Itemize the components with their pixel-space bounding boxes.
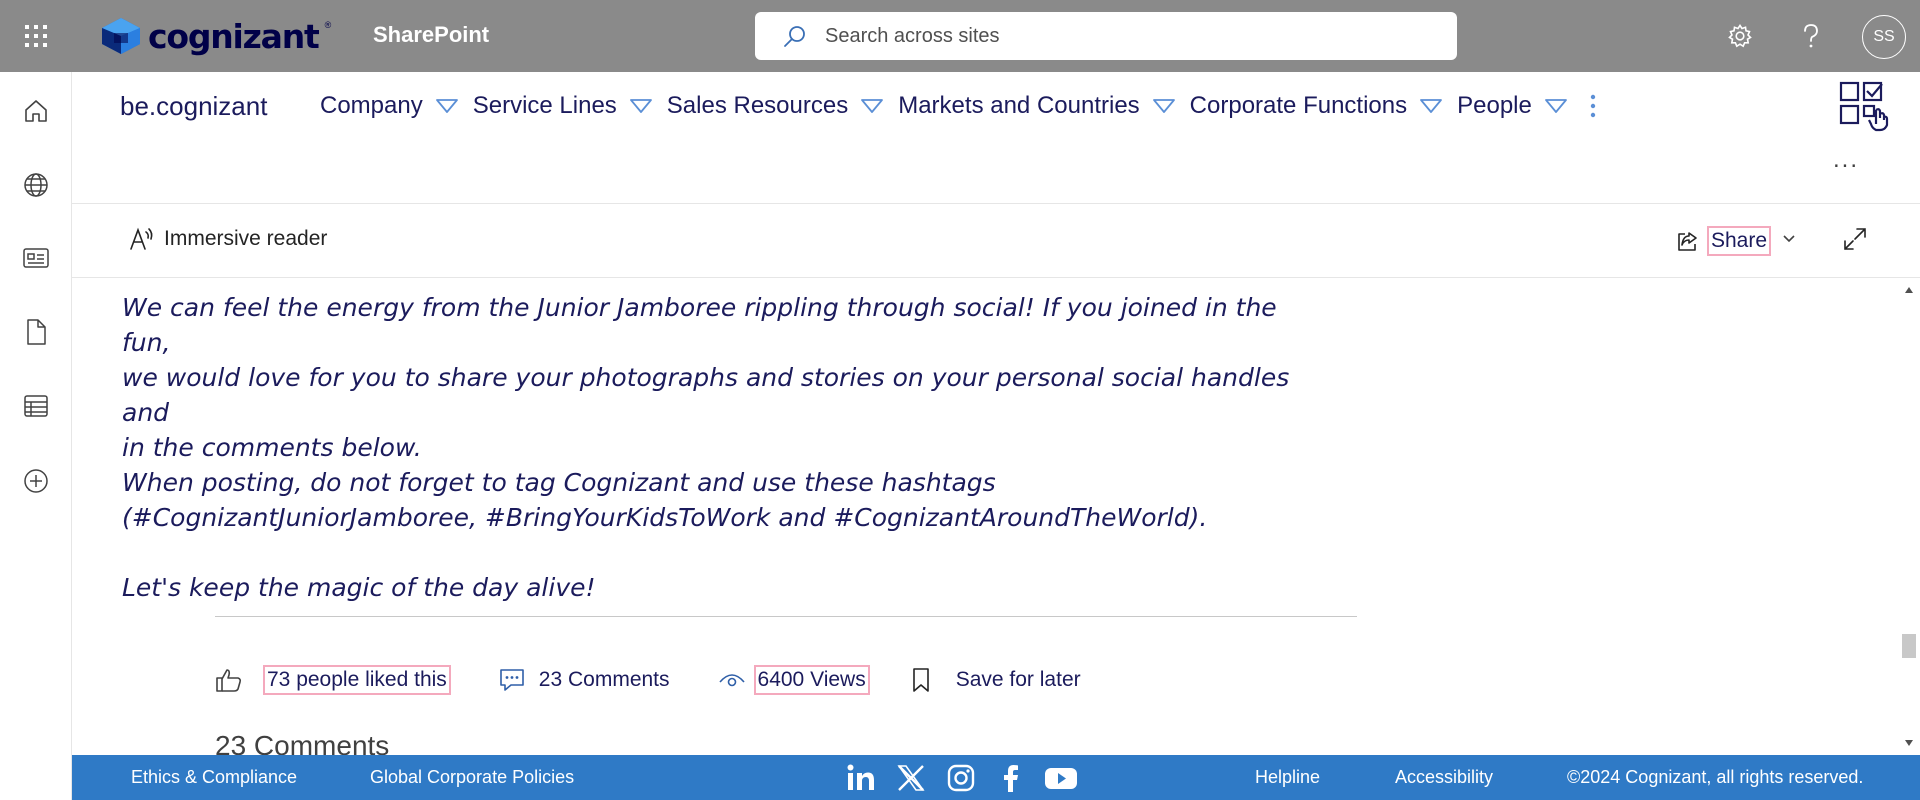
eye-icon (718, 674, 745, 687)
views-count[interactable]: 6400 Views (753, 665, 870, 695)
youtube-icon[interactable] (1044, 763, 1078, 793)
app-bar (0, 72, 72, 800)
chevron-down-icon (1420, 99, 1443, 113)
search-icon (784, 26, 805, 47)
chevron-down-icon (1152, 99, 1175, 113)
page-more-ellipsis[interactable]: ... (1833, 148, 1859, 172)
likes-count[interactable]: 73 people liked this (263, 665, 451, 695)
nav-item-label: Sales Resources (666, 92, 849, 119)
home-icon[interactable] (14, 89, 58, 133)
immersive-reader-icon (130, 227, 153, 250)
page-content: We can feel the energy from the Junior J… (72, 278, 1920, 755)
nav-item-service-lines[interactable]: Service Lines (473, 88, 653, 124)
create-plus-icon[interactable] (14, 459, 58, 503)
views-counter: 6400 Views (718, 665, 870, 695)
like-button[interactable]: 73 people liked this (215, 665, 451, 695)
save-for-later-label: Save for later (955, 668, 1081, 691)
facebook-icon[interactable] (996, 763, 1026, 793)
nav-item-label: Service Lines (472, 92, 617, 119)
comments-heading: 23 Comments (215, 730, 390, 755)
engagement-bar: 73 people liked this 23 Comments 6400 Vi… (215, 665, 1083, 695)
footer-copyright: ©2024 Cognizant, all rights reserved. (1567, 767, 1864, 787)
scrollbar-thumb[interactable] (1902, 634, 1916, 658)
site-title[interactable]: be.cognizant (120, 91, 267, 122)
app-name[interactable]: SharePoint (373, 22, 489, 48)
top-navigation: Company Service Lines Sales Resources Ma… (320, 88, 1598, 124)
share-dropdown-chevron-icon[interactable] (1782, 234, 1796, 244)
help-icon[interactable] (1789, 14, 1833, 58)
footer-link-helpline[interactable]: Helpline (1255, 767, 1320, 788)
search-input[interactable] (825, 24, 1385, 48)
user-avatar[interactable]: SS (1862, 15, 1906, 59)
brand-name: cognizant (148, 16, 320, 56)
globe-icon[interactable] (14, 163, 58, 207)
footer-link-ethics[interactable]: Ethics & Compliance (131, 767, 297, 788)
command-bar: Immersive reader Share (72, 204, 1920, 278)
cognizant-mark-icon (102, 18, 140, 54)
nav-item-label: Company (320, 92, 423, 119)
expand-fullscreen-icon[interactable] (1842, 226, 1868, 252)
nav-item-label: Corporate Functions (1189, 92, 1408, 119)
chevron-down-icon (435, 99, 458, 113)
footer-link-accessibility[interactable]: Accessibility (1395, 767, 1493, 788)
chevron-down-icon (861, 99, 884, 113)
nav-item-markets-and-countries[interactable]: Markets and Countries (898, 88, 1175, 124)
suite-bar: cognizant ® SharePoint SS (0, 0, 1920, 72)
vertical-scrollbar[interactable] (1898, 278, 1920, 755)
nav-item-company[interactable]: Company (320, 88, 459, 124)
nav-item-label: People (1457, 92, 1532, 119)
nav-item-label: Markets and Countries (898, 92, 1140, 119)
cognizant-logo[interactable]: cognizant ® (100, 16, 331, 56)
linkedin-icon[interactable] (846, 763, 876, 793)
immersive-reader-label: Immersive reader (164, 227, 328, 250)
lists-icon[interactable] (14, 384, 58, 428)
share-label: Share (1707, 226, 1772, 256)
article-body: We can feel the energy from the Junior J… (122, 290, 1322, 605)
tasks-checklist-icon[interactable] (1838, 80, 1890, 132)
document-icon[interactable] (14, 310, 58, 354)
bookmark-icon (912, 668, 929, 692)
footer-link-policies[interactable]: Global Corporate Policies (370, 767, 574, 788)
search-box[interactable] (755, 12, 1457, 60)
settings-gear-icon[interactable] (1718, 14, 1762, 58)
site-footer: Ethics & Compliance Global Corporate Pol… (72, 755, 1920, 800)
immersive-reader-button[interactable]: Immersive reader (128, 226, 327, 252)
nav-item-corporate-functions[interactable]: Corporate Functions (1190, 88, 1443, 124)
comment-icon (499, 669, 524, 691)
news-icon[interactable] (14, 236, 58, 280)
thumbs-up-icon (216, 669, 242, 692)
nav-more-vertical-ellipsis-icon[interactable] (1588, 93, 1598, 119)
x-icon[interactable] (896, 763, 926, 793)
comments-button[interactable]: 23 Comments (499, 667, 672, 693)
comments-count: 23 Comments (538, 668, 670, 691)
app-launcher-waffle-icon[interactable] (14, 14, 58, 58)
share-button[interactable]: Share (1675, 226, 1772, 256)
content-separator (215, 616, 1357, 617)
chevron-down-icon (1544, 99, 1567, 113)
article-paragraph: Let's keep the magic of the day alive! (122, 573, 596, 602)
share-icon (1678, 232, 1697, 251)
brand-trademark: ® (324, 20, 332, 30)
instagram-icon[interactable] (946, 763, 976, 793)
chevron-down-icon (629, 99, 652, 113)
article-paragraph: We can feel the energy from the Junior J… (122, 293, 1290, 532)
nav-item-people[interactable]: People (1457, 88, 1568, 124)
save-for-later-button[interactable]: Save for later (912, 667, 1083, 693)
nav-item-sales-resources[interactable]: Sales Resources (667, 88, 884, 124)
